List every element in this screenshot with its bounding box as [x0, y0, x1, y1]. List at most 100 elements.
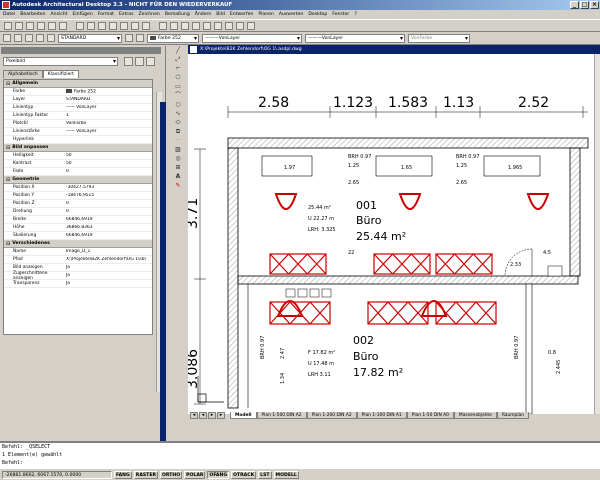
- zoom-realtime-icon[interactable]: [181, 22, 189, 30]
- mtext-tool-icon[interactable]: A: [174, 172, 183, 181]
- xline-tool-icon[interactable]: ⤢: [174, 55, 183, 64]
- property-value[interactable]: Farbe 252: [64, 88, 152, 94]
- property-row[interactable]: Höhe 36866.8363: [4, 224, 152, 232]
- property-category[interactable]: Geometrie: [4, 176, 152, 184]
- block-tool-icon[interactable]: ⧉: [174, 127, 183, 136]
- palette-header[interactable]: [1, 47, 161, 54]
- property-row[interactable]: Plotstil VonFarbe: [4, 120, 152, 128]
- point-tool-icon[interactable]: ·: [174, 136, 183, 145]
- property-row[interactable]: Zugeschnittene anzeigen Ja: [4, 271, 152, 281]
- help-icon[interactable]: [247, 22, 255, 30]
- line-tool-icon[interactable]: ╱: [174, 46, 183, 55]
- property-row[interactable]: Linientyp —— VonLayer: [4, 104, 152, 112]
- tab-last-button[interactable]: ▸: [217, 412, 225, 419]
- property-row[interactable]: Position Z 0: [4, 200, 152, 208]
- publish-icon[interactable]: [59, 22, 67, 30]
- property-value[interactable]: Ja: [64, 273, 152, 278]
- menu-planen[interactable]: Planen: [258, 12, 274, 17]
- hatch-tool-icon[interactable]: ▨: [174, 145, 183, 154]
- property-value[interactable]: 50: [64, 161, 152, 166]
- property-category[interactable]: Verschiedenes: [4, 240, 152, 248]
- make-current-icon[interactable]: [125, 34, 133, 42]
- property-value[interactable]: 0: [64, 201, 152, 206]
- polygon-tool-icon[interactable]: ⬠: [174, 73, 183, 82]
- property-row[interactable]: Skalierung 66846.6919: [4, 232, 152, 240]
- linetype-dropdown[interactable]: ——— VonLayer: [202, 33, 302, 43]
- model-toggle[interactable]: MODELL: [273, 470, 299, 479]
- property-value[interactable]: 0: [64, 209, 152, 214]
- property-value[interactable]: Image_D_1: [64, 249, 152, 254]
- property-row[interactable]: Pfad X:\Projekte\B2K Zehlendorf\OG 1\sb\: [4, 256, 152, 264]
- lineweight-dropdown[interactable]: ——— VonLayer: [305, 33, 405, 43]
- tab-plan-1-500[interactable]: Plan 1-500 DIN A2: [256, 412, 307, 419]
- zoom-window-icon[interactable]: [192, 22, 200, 30]
- tab-plan-1-100[interactable]: Plan 1-100 DIN A1: [356, 412, 407, 419]
- spline-tool-icon[interactable]: ∿: [174, 109, 183, 118]
- property-row[interactable]: Breite 66846.6919: [4, 216, 152, 224]
- menu-einfuegen[interactable]: Einfügen: [72, 12, 92, 17]
- redo-icon[interactable]: [131, 22, 139, 30]
- menu-format[interactable]: Format: [98, 12, 114, 17]
- zoom-previous-icon[interactable]: [203, 22, 211, 30]
- circle-tool-icon[interactable]: ○: [174, 100, 183, 109]
- cut-icon[interactable]: [76, 22, 84, 30]
- property-row[interactable]: Name Image_D_1: [4, 248, 152, 256]
- polyline-tool-icon[interactable]: ⌐: [174, 64, 183, 73]
- match-properties-icon[interactable]: [109, 22, 117, 30]
- menu-datei[interactable]: Datei: [3, 12, 15, 17]
- property-value[interactable]: -18476.9515: [64, 193, 152, 198]
- tab-first-button[interactable]: ◂: [190, 412, 198, 419]
- property-category[interactable]: Allgemein: [4, 80, 152, 88]
- property-value[interactable]: VonFarbe: [64, 121, 152, 126]
- property-value[interactable]: STANDARD: [64, 97, 152, 102]
- tab-klassifiziert[interactable]: Klassifiziert: [42, 70, 79, 78]
- property-category[interactable]: Bild anpassen: [4, 144, 152, 152]
- property-value[interactable]: —— VonLayer: [64, 129, 152, 134]
- ortho-toggle[interactable]: ORTHO: [160, 470, 183, 479]
- menu-ansicht[interactable]: Ansicht: [51, 12, 68, 17]
- maximize-button[interactable]: □: [580, 1, 589, 9]
- snap-toggle[interactable]: FANG: [114, 470, 132, 479]
- property-row[interactable]: Hyperlink: [4, 136, 152, 144]
- property-row[interactable]: Position X -30427.5793: [4, 184, 152, 192]
- object-type-dropdown[interactable]: Pixelbild: [3, 57, 118, 66]
- hyperlink-icon[interactable]: [142, 22, 150, 30]
- lightbulb-icon[interactable]: [14, 34, 22, 42]
- close-button[interactable]: ×: [590, 1, 599, 9]
- pencil-tool-icon[interactable]: ✎: [174, 181, 183, 190]
- grid-toggle[interactable]: RASTER: [133, 470, 158, 479]
- tab-massenobjekte[interactable]: Massenobjekte: [453, 412, 497, 419]
- command-line[interactable]: Befehl: _QSELECT 1 Element(e) gewählt Be…: [0, 441, 600, 469]
- drawing-titlebar[interactable]: X:\Projekte\B2K Zehlendorf\OG 1\.asdpl.d…: [188, 45, 600, 54]
- tracking-icon[interactable]: [159, 22, 167, 30]
- color-square-icon[interactable]: [47, 34, 55, 42]
- property-row[interactable]: Kontrast 50: [4, 160, 152, 168]
- property-value[interactable]: 50: [64, 153, 152, 158]
- property-value[interactable]: 0: [64, 169, 152, 174]
- print-icon[interactable]: [37, 22, 45, 30]
- osnap-toggle[interactable]: OFANG: [207, 470, 230, 479]
- property-value[interactable]: 36866.8363: [64, 225, 152, 230]
- property-row[interactable]: Linienstärke —— VonLayer: [4, 128, 152, 136]
- property-row[interactable]: Linientyp Faktor 1: [4, 112, 152, 120]
- minimize-button[interactable]: _: [570, 1, 579, 9]
- sun-icon[interactable]: [25, 34, 33, 42]
- command-prompt[interactable]: Befehl:: [2, 459, 600, 467]
- menu-bemassung[interactable]: Bemaßung: [165, 12, 190, 17]
- property-row[interactable]: Drehung 0: [4, 208, 152, 216]
- properties-icon[interactable]: [214, 22, 222, 30]
- paste-icon[interactable]: [98, 22, 106, 30]
- menu-fenster[interactable]: Fenster: [332, 12, 349, 17]
- menu-aendern[interactable]: Ändern: [195, 12, 212, 17]
- preview-icon[interactable]: [48, 22, 56, 30]
- lineweight-toggle[interactable]: LST: [258, 470, 272, 479]
- ellipse-tool-icon[interactable]: ⬭: [174, 118, 183, 127]
- save-icon[interactable]: [26, 22, 34, 30]
- open-file-icon[interactable]: [15, 22, 23, 30]
- property-value[interactable]: 66846.6919: [64, 233, 152, 238]
- tab-prev-button[interactable]: ◂: [199, 412, 207, 419]
- lock-icon[interactable]: [36, 34, 44, 42]
- new-file-icon[interactable]: [4, 22, 12, 30]
- property-value[interactable]: X:\Projekte\B2K Zehlendorf\OG 1\sb\: [64, 257, 152, 262]
- property-row[interactable]: Position Y -18476.9515: [4, 192, 152, 200]
